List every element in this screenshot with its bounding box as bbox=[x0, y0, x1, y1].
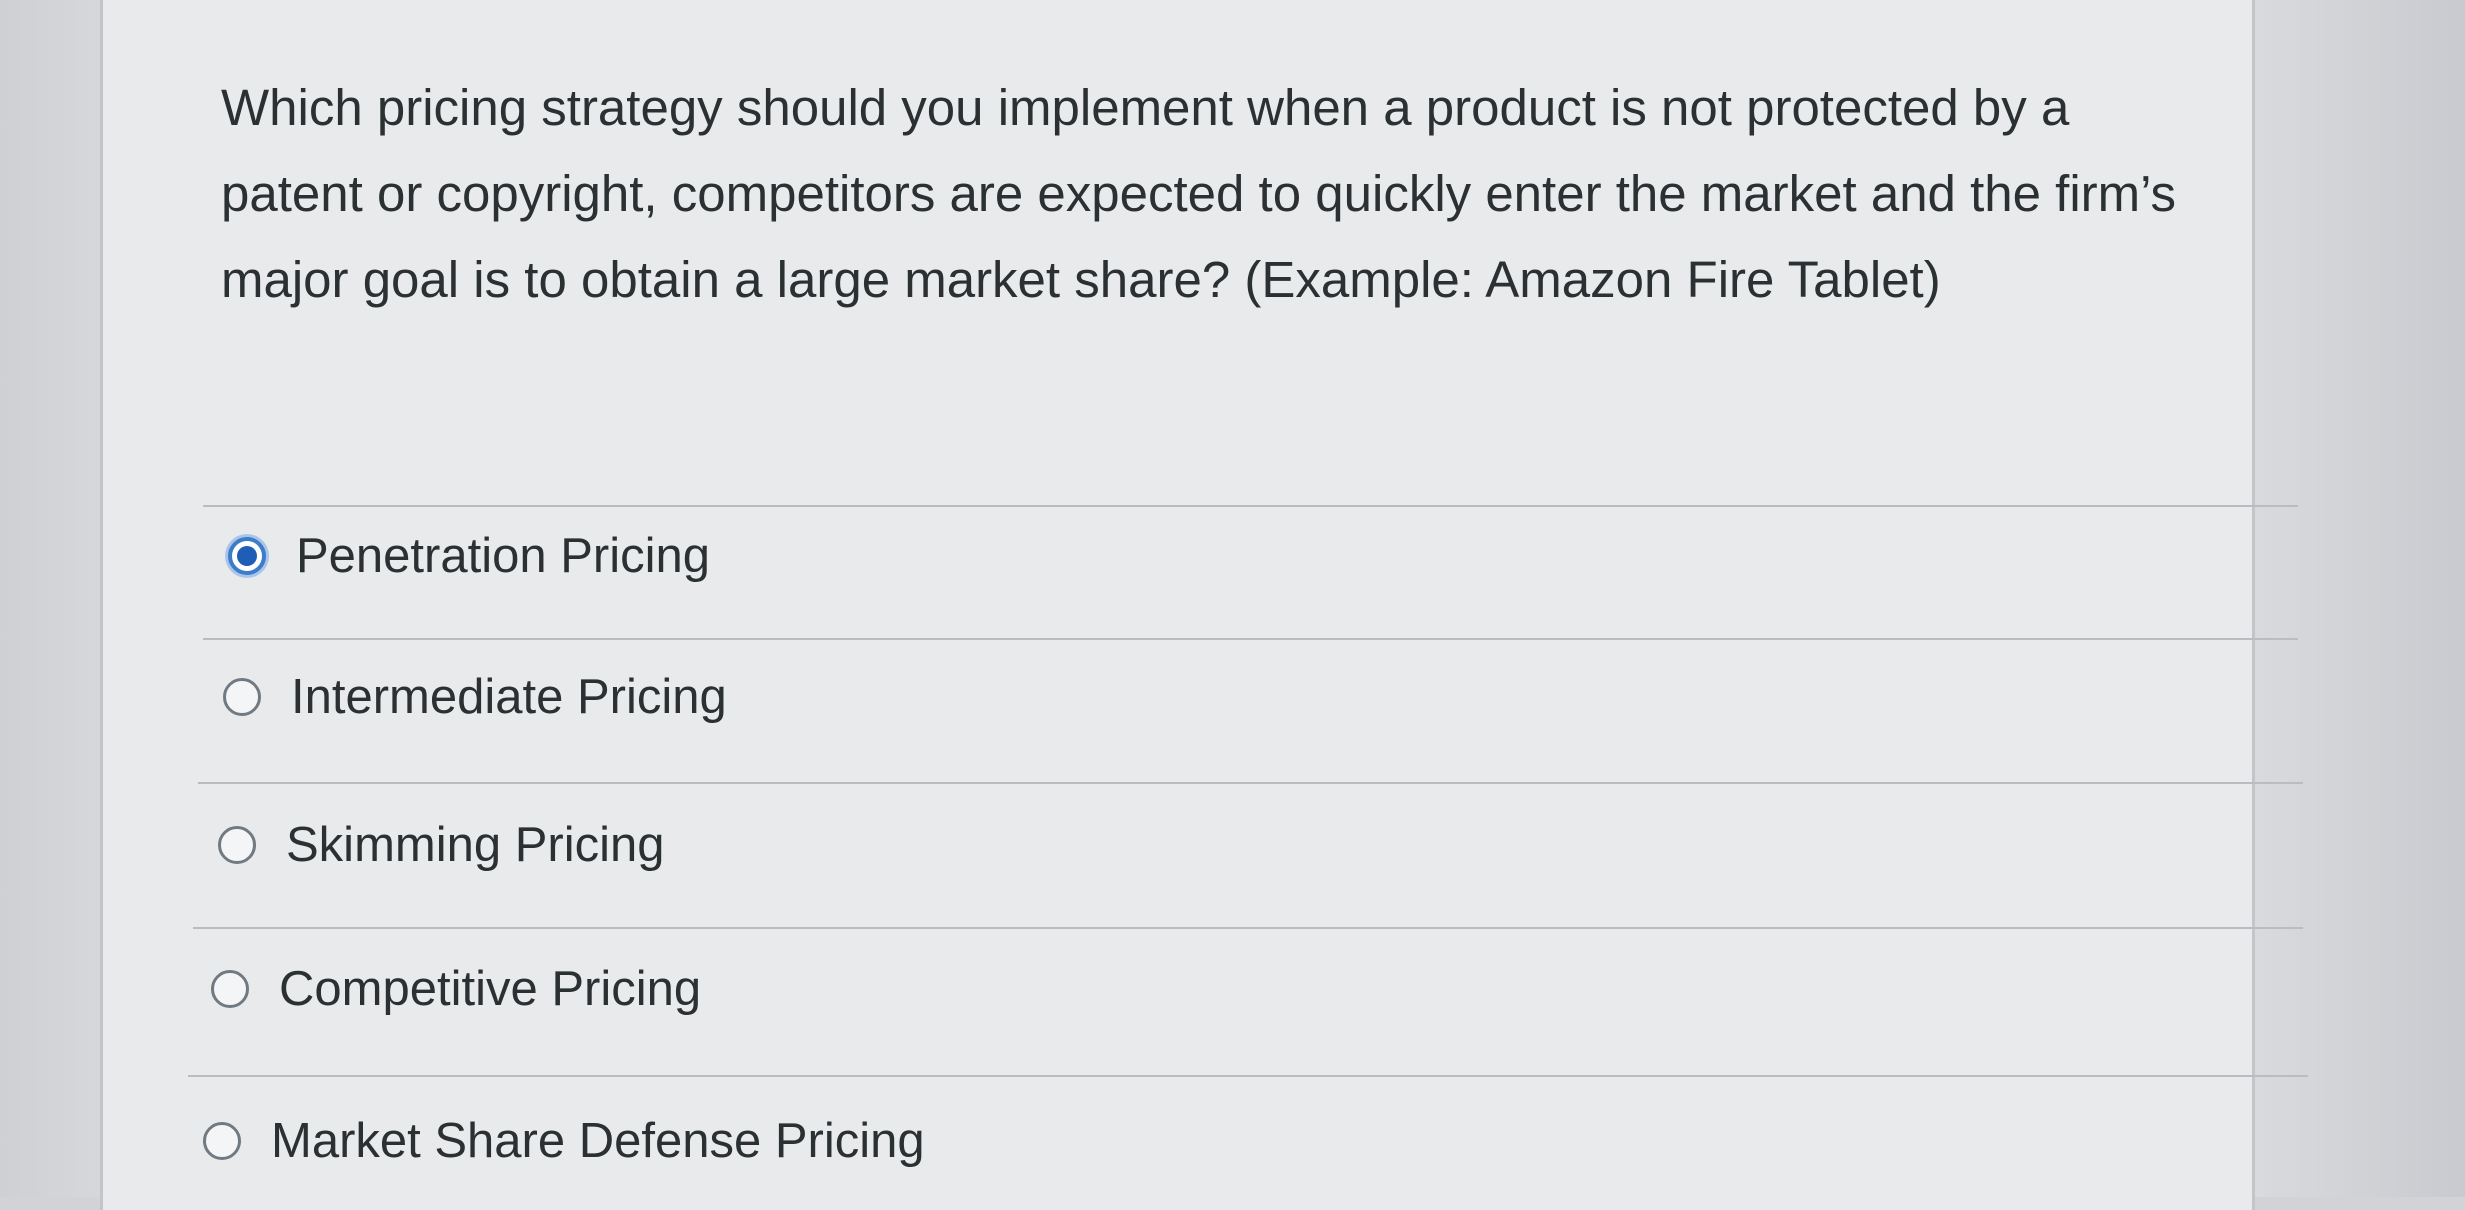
answer-option-competitive-pricing[interactable]: Competitive Pricing bbox=[211, 959, 701, 1019]
question-text: Which pricing strategy should you implem… bbox=[221, 79, 2177, 308]
radio-selected-icon[interactable] bbox=[228, 537, 266, 575]
answer-label: Intermediate Pricing bbox=[291, 670, 727, 724]
answer-divider bbox=[203, 638, 2298, 640]
answer-option-penetration-pricing[interactable]: Penetration Pricing bbox=[228, 526, 710, 586]
radio-icon[interactable] bbox=[211, 970, 249, 1008]
answer-label: Market Share Defense Pricing bbox=[271, 1114, 925, 1168]
answer-option-market-share-defense-pricing[interactable]: Market Share Defense Pricing bbox=[203, 1111, 925, 1171]
left-background bbox=[0, 0, 100, 1197]
answer-option-intermediate-pricing[interactable]: Intermediate Pricing bbox=[223, 667, 727, 727]
answer-label: Competitive Pricing bbox=[279, 962, 702, 1016]
right-background bbox=[2255, 0, 2465, 1197]
answer-label: Penetration Pricing bbox=[296, 529, 711, 583]
answer-option-skimming-pricing[interactable]: Skimming Pricing bbox=[218, 815, 664, 875]
answer-divider bbox=[193, 927, 2303, 929]
answer-divider bbox=[188, 1075, 2308, 1077]
radio-icon[interactable] bbox=[223, 678, 261, 716]
answer-divider bbox=[198, 782, 2303, 784]
radio-icon[interactable] bbox=[203, 1122, 241, 1160]
answer-divider bbox=[203, 505, 2298, 507]
radio-icon[interactable] bbox=[218, 826, 256, 864]
question-card: Which pricing strategy should you implem… bbox=[100, 0, 2308, 1210]
answer-label: Skimming Pricing bbox=[286, 818, 665, 872]
